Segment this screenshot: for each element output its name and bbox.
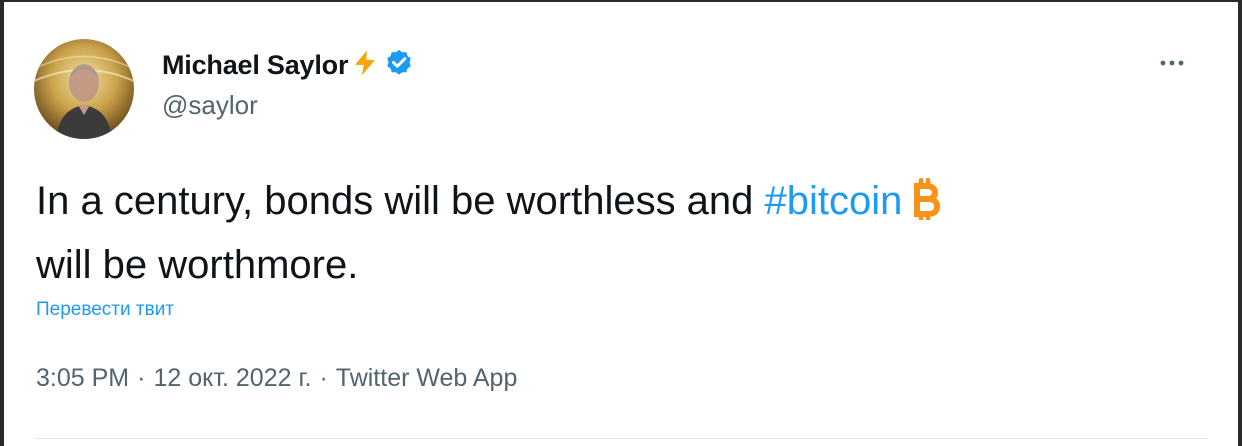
- divider: [34, 438, 1208, 439]
- tweet-card: Michael Saylor @saylor In a century, bon…: [0, 0, 1242, 446]
- bitcoin-icon: [906, 177, 942, 236]
- tweet-source[interactable]: Twitter Web App: [336, 364, 518, 393]
- more-options-button[interactable]: [1154, 48, 1190, 78]
- translate-tweet-link[interactable]: Перевести твит: [36, 299, 174, 321]
- author-name-row[interactable]: Michael Saylor: [162, 46, 414, 84]
- tweet-text-line2: will be worthmore.: [36, 243, 359, 287]
- meta-separator: ·: [319, 364, 328, 392]
- tweet-date[interactable]: 12 окт. 2022 г.: [153, 364, 311, 393]
- verified-badge-icon[interactable]: [384, 48, 414, 83]
- more-dots-icon: [1160, 60, 1184, 66]
- tweet-text: In a century, bonds will be worthless an…: [36, 172, 1206, 294]
- tweet-meta: 3:05 PM · 12 окт. 2022 г. · Twitter Web …: [36, 364, 517, 393]
- display-name[interactable]: Michael Saylor: [162, 50, 348, 81]
- avatar[interactable]: [34, 39, 134, 139]
- author-handle[interactable]: @saylor: [162, 90, 258, 121]
- meta-separator: ·: [137, 364, 146, 392]
- avatar-image: [34, 39, 134, 139]
- hashtag-link[interactable]: #bitcoin: [765, 179, 903, 223]
- lightning-icon: [350, 48, 380, 83]
- tweet-text-line1: In a century, bonds will be worthless an…: [36, 179, 765, 223]
- tweet-time[interactable]: 3:05 PM: [36, 364, 129, 393]
